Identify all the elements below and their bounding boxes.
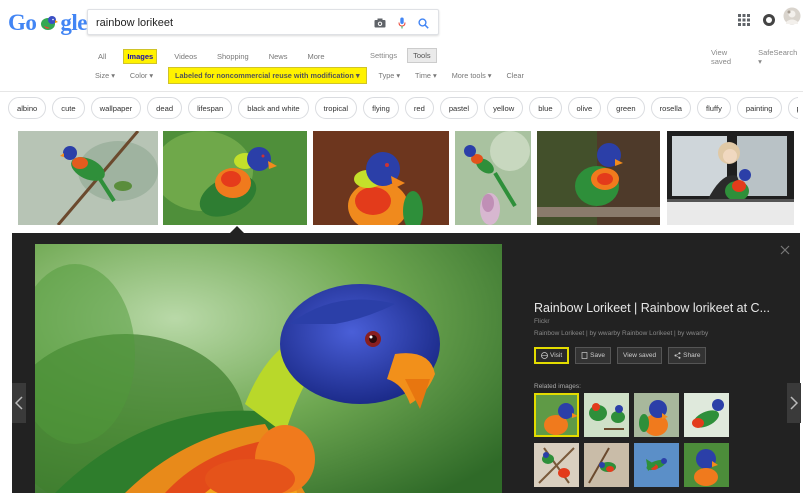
size-filter[interactable]: Size ▾ <box>95 71 115 80</box>
selected-indicator-icon <box>230 226 244 233</box>
chip-green[interactable]: green <box>607 97 645 119</box>
image-result-2[interactable] <box>163 131 307 225</box>
preview-source[interactable]: Flickr <box>534 318 774 325</box>
notifications-icon[interactable] <box>762 10 776 32</box>
related-images-label: Related images: <box>534 383 581 390</box>
related-image-7[interactable] <box>634 443 679 487</box>
bookmark-icon <box>581 352 588 359</box>
chip-pet[interactable]: pet <box>787 97 798 119</box>
chip-cute[interactable]: cute <box>52 97 85 119</box>
chip-tropical[interactable]: tropical <box>314 97 358 119</box>
account-avatar[interactable] <box>783 6 801 33</box>
related-image-5[interactable] <box>534 443 579 487</box>
chip-albino[interactable]: albino <box>8 97 47 119</box>
chip-lifespan[interactable]: lifespan <box>188 97 233 119</box>
chip-yellow[interactable]: yellow <box>484 97 524 119</box>
google-doodle-logo[interactable]: Go gle <box>8 10 87 36</box>
related-image-4[interactable] <box>684 393 729 437</box>
usage-rights-filter[interactable]: Labeled for noncommercial reuse with mod… <box>168 66 367 84</box>
related-image-1[interactable] <box>534 393 579 437</box>
lorikeet-doodle-icon <box>37 13 59 33</box>
save-label: Save <box>590 352 605 359</box>
view-saved-label: View saved <box>623 352 657 359</box>
share-label: Share <box>683 352 701 359</box>
chip-blue[interactable]: blue <box>529 97 562 119</box>
image-preview-panel: Rainbow Lorikeet | Rainbow lorikeet at C… <box>12 233 801 493</box>
related-search-chips: albino cute wallpaper dead lifespan blac… <box>8 96 798 120</box>
chip-rosella[interactable]: rosella <box>650 97 691 119</box>
preview-title[interactable]: Rainbow Lorikeet | Rainbow lorikeet at C… <box>534 301 774 315</box>
visit-label: Visit <box>550 352 563 359</box>
chip-red[interactable]: red <box>404 97 434 119</box>
logo-text-gle: gle <box>60 10 87 35</box>
search-icon[interactable] <box>415 15 431 31</box>
color-filter[interactable]: Color ▾ <box>130 71 153 80</box>
settings-link[interactable]: Settings <box>370 51 397 60</box>
share-icon <box>674 352 681 359</box>
chip-black-and-white[interactable]: black and white <box>238 97 309 119</box>
image-results-row <box>0 131 803 227</box>
google-images-page: Go gle rainbow lorikeet All Images Video… <box>0 0 803 493</box>
related-image-6[interactable] <box>584 443 629 487</box>
filter-bar: Size ▾ Color ▾ Labeled for noncommercial… <box>95 66 539 84</box>
tab-images[interactable]: Images <box>123 48 158 64</box>
tab-shopping[interactable]: Shopping <box>214 50 252 63</box>
right-links: View saved SafeSearch ▾ <box>711 48 803 66</box>
tab-all[interactable]: All <box>95 50 109 63</box>
chip-olive[interactable]: olive <box>567 97 602 119</box>
tab-videos[interactable]: Videos <box>171 50 200 63</box>
type-filter[interactable]: Type ▾ <box>379 71 401 80</box>
chip-flying[interactable]: flying <box>363 97 399 119</box>
chip-pastel[interactable]: pastel <box>439 97 479 119</box>
image-result-5[interactable] <box>537 131 660 225</box>
header: Go gle rainbow lorikeet All Images Video… <box>0 0 803 92</box>
previous-image-button[interactable] <box>12 383 26 423</box>
clear-filters-link[interactable]: Clear <box>506 71 523 80</box>
more-tools-filter[interactable]: More tools ▾ <box>452 71 492 80</box>
share-button[interactable]: Share <box>668 347 707 364</box>
view-saved-button[interactable]: View saved <box>617 347 663 364</box>
chip-wallpaper[interactable]: wallpaper <box>90 97 142 119</box>
close-preview-icon[interactable] <box>780 242 790 258</box>
preview-caption: Rainbow Lorikeet | by wwarby Rainbow Lor… <box>534 330 709 337</box>
search-input[interactable] <box>96 14 366 31</box>
tab-more[interactable]: More <box>304 50 327 63</box>
chip-painting[interactable]: painting <box>736 97 782 119</box>
preview-main-image[interactable] <box>35 244 502 493</box>
search-tabs: All Images Videos Shopping News More <box>95 47 342 65</box>
view-saved-link[interactable]: View saved <box>711 48 749 66</box>
image-result-4[interactable] <box>455 131 531 225</box>
related-image-2[interactable] <box>584 393 629 437</box>
chip-dead[interactable]: dead <box>147 97 183 119</box>
image-result-1[interactable] <box>18 131 158 225</box>
preview-info: Rainbow Lorikeet | Rainbow lorikeet at C… <box>534 301 774 364</box>
related-image-8[interactable] <box>684 443 729 487</box>
search-box[interactable] <box>87 9 439 35</box>
visit-button[interactable]: Visit <box>534 347 570 364</box>
image-result-6[interactable] <box>667 131 794 225</box>
apps-grid-icon[interactable] <box>738 10 750 31</box>
globe-icon <box>541 352 548 359</box>
camera-icon[interactable] <box>372 15 388 31</box>
related-image-3[interactable] <box>634 393 679 437</box>
microphone-icon[interactable] <box>394 15 410 31</box>
safesearch-link[interactable]: SafeSearch ▾ <box>758 48 803 66</box>
preview-actions: Visit Save View saved Share <box>534 347 774 364</box>
chip-fluffy[interactable]: fluffy <box>696 97 731 119</box>
settings-tools: Settings Tools <box>370 48 437 63</box>
next-image-button[interactable] <box>787 383 801 423</box>
time-filter[interactable]: Time ▾ <box>415 71 437 80</box>
logo-text-go: Go <box>8 10 37 35</box>
image-result-3[interactable] <box>313 131 449 225</box>
save-button[interactable]: Save <box>575 347 611 364</box>
tools-button[interactable]: Tools <box>407 48 437 63</box>
tab-news[interactable]: News <box>266 50 291 63</box>
